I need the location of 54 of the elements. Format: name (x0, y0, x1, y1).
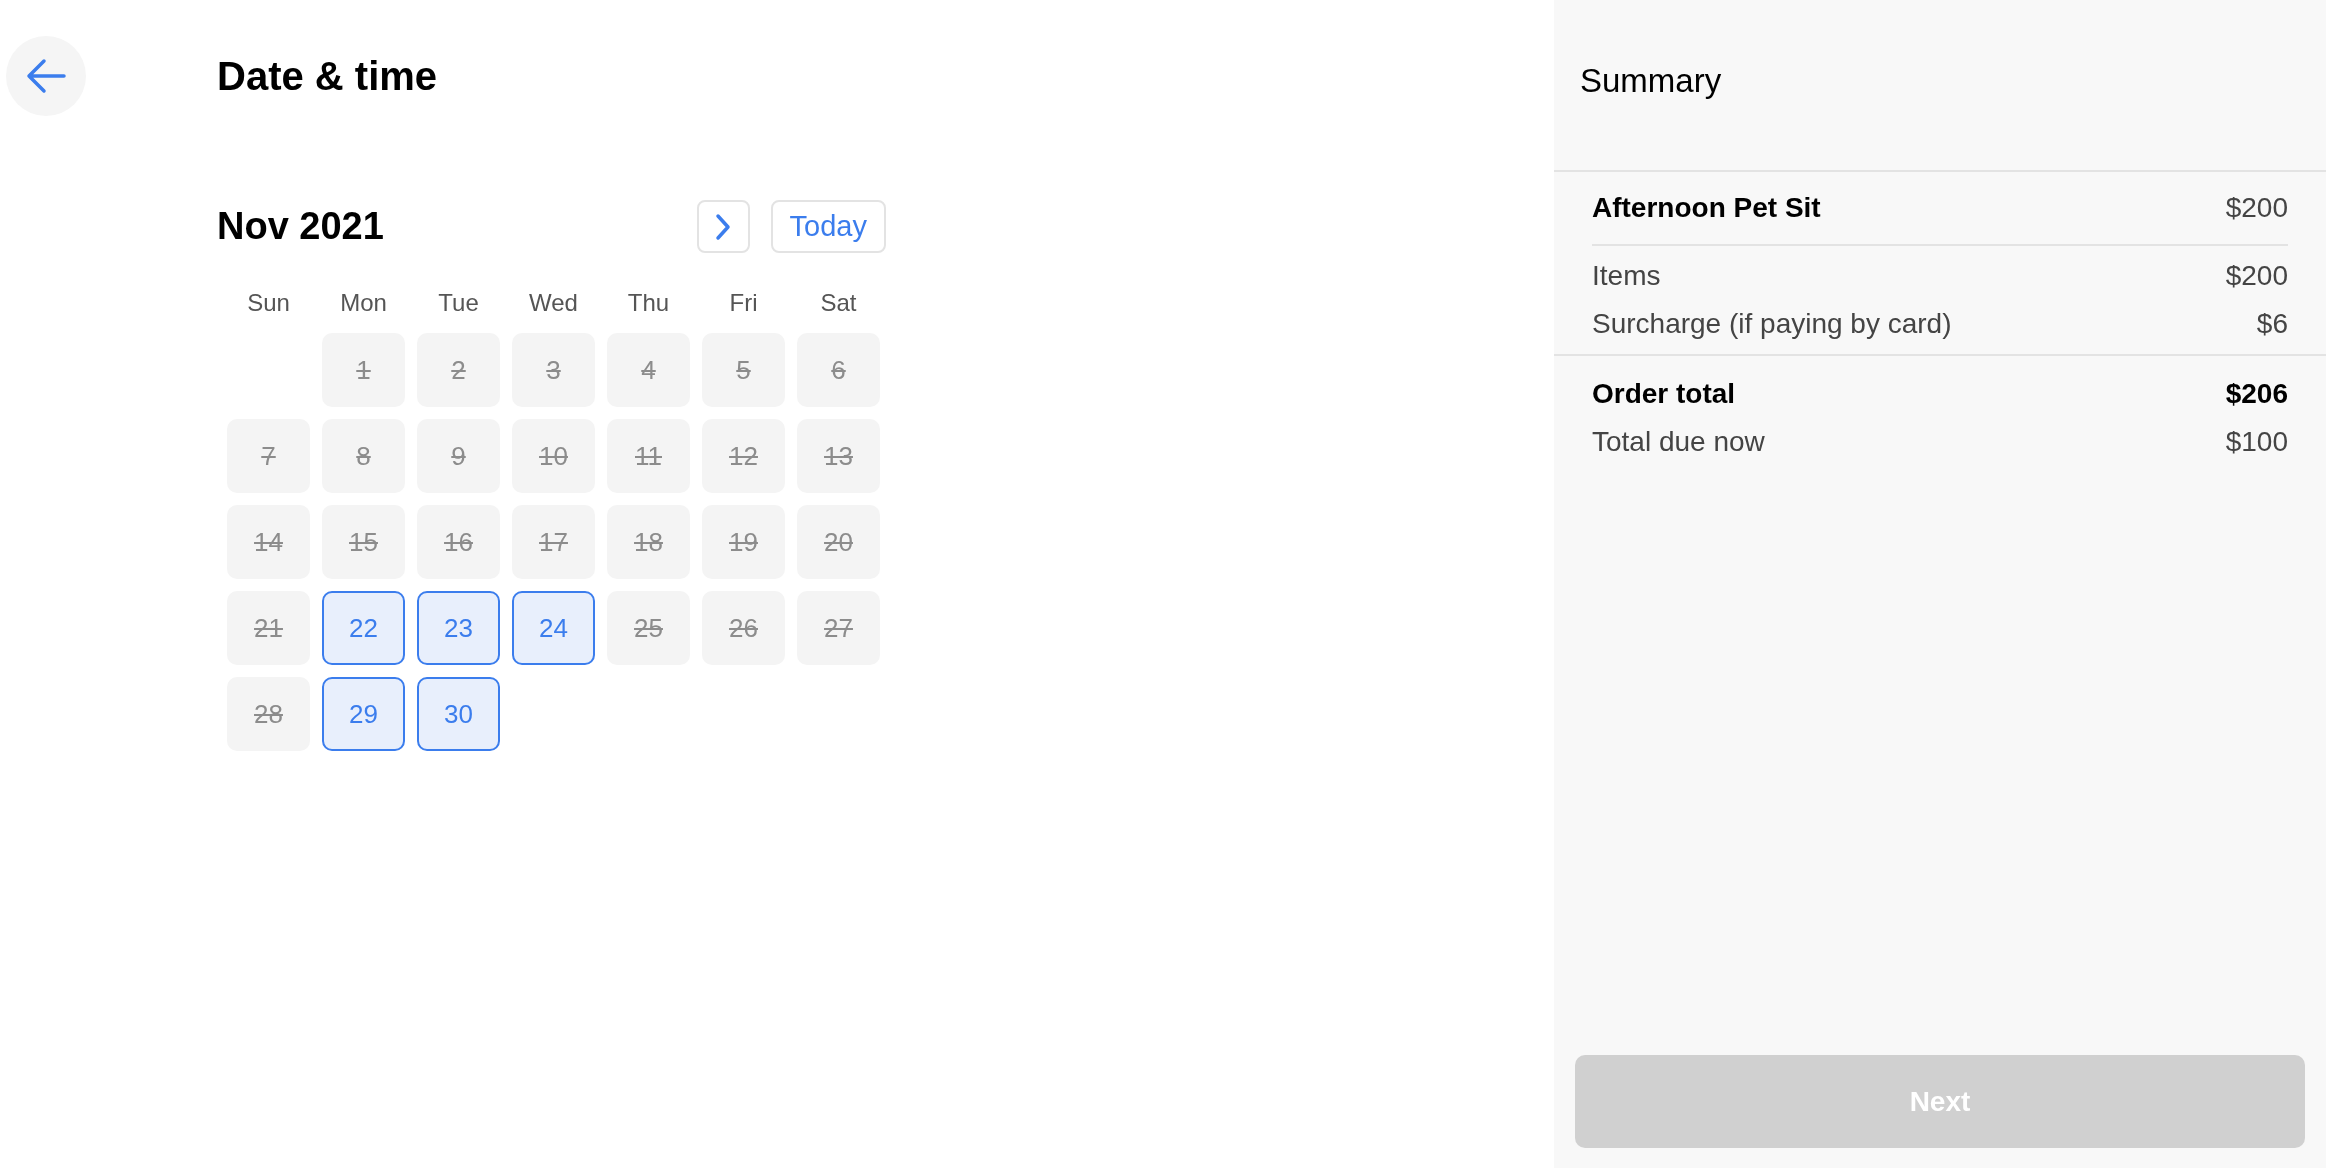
calendar-day: 9 (417, 419, 500, 493)
line-label: Items (1592, 259, 1661, 293)
calendar-day: 8 (322, 419, 405, 493)
line-amount: $200 (2225, 259, 2288, 293)
month-label: Nov 2021 (217, 204, 385, 249)
calendar-day: 27 (797, 591, 880, 665)
calendar-day: 13 (797, 419, 880, 493)
calendar-day: 19 (702, 505, 785, 579)
total-amount: $100 (2225, 425, 2288, 459)
calendar-day: 11 (607, 419, 690, 493)
today-button[interactable]: Today (770, 200, 886, 253)
total-label: Order total (1592, 377, 1736, 411)
service-price: $200 (2225, 191, 2288, 225)
calendar-day: 7 (227, 419, 310, 493)
calendar-day: 12 (702, 419, 785, 493)
weekday-label: Tue (437, 288, 480, 318)
weekday-label: Wed (528, 288, 579, 318)
calendar-day: 18 (607, 505, 690, 579)
line-amount: $6 (2256, 307, 2288, 341)
calendar-day: 5 (702, 333, 785, 407)
calendar-day: 14 (227, 505, 310, 579)
calendar-day: 15 (322, 505, 405, 579)
calendar-day: 1 (322, 333, 405, 407)
calendar-day[interactable]: 23 (417, 591, 500, 665)
calendar-day: 21 (227, 591, 310, 665)
service-name: Afternoon Pet Sit (1592, 191, 1821, 225)
calendar-day: 3 (512, 333, 595, 407)
weekday-label: Sun (246, 288, 291, 318)
summary-title: Summary (1580, 62, 1722, 99)
calendar-day: 16 (417, 505, 500, 579)
calendar-day: 2 (417, 333, 500, 407)
next-month-button[interactable] (696, 200, 750, 253)
line-label: Surcharge (if paying by card) (1592, 307, 1952, 341)
calendar-day: 20 (797, 505, 880, 579)
calendar-day: 28 (227, 677, 310, 751)
calendar-day[interactable]: 22 (322, 591, 405, 665)
calendar-day[interactable]: 30 (417, 677, 500, 751)
back-arrow-icon (26, 58, 66, 94)
calendar-day[interactable]: 24 (512, 591, 595, 665)
calendar-day: 10 (512, 419, 595, 493)
calendar-day: 25 (607, 591, 690, 665)
weekday-label: Thu (626, 288, 671, 318)
weekday-label: Mon (339, 288, 388, 318)
calendar-day: 26 (702, 591, 785, 665)
calendar-day[interactable]: 29 (322, 677, 405, 751)
weekday-label: Fri (728, 288, 759, 318)
total-label: Total due now (1592, 425, 1765, 459)
calendar-day: 6 (797, 333, 880, 407)
weekday-label: Sat (819, 288, 858, 318)
page-title: Date & time (217, 53, 439, 100)
calendar-day: 4 (607, 333, 690, 407)
chevron-right-icon (715, 212, 732, 241)
calendar-day: 17 (512, 505, 595, 579)
total-amount: $206 (2225, 377, 2288, 411)
